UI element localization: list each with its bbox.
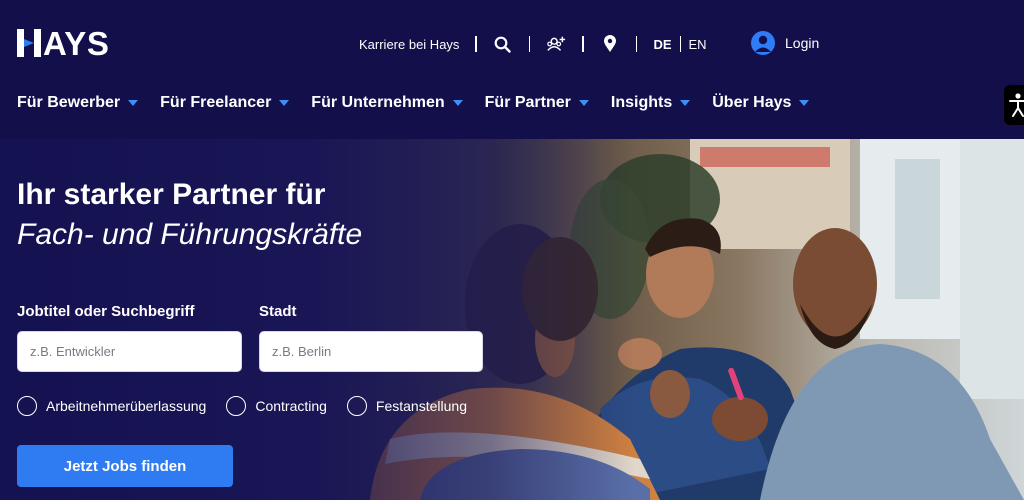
utility-bar: Karriere bei Hays DE EN <box>359 30 707 58</box>
job-search-input[interactable]: z.B. Entwickler <box>17 331 242 372</box>
nav-label: Für Bewerber <box>17 94 121 111</box>
nav-label: Für Partner <box>484 94 571 111</box>
main-nav: Für Bewerber Für Freelancer Für Unterneh… <box>17 94 831 112</box>
nav-insights[interactable]: Insights <box>610 94 691 112</box>
hays-logo[interactable]: AYS <box>17 26 137 60</box>
radio-arbeitnehmerueberlassung[interactable]: Arbeitnehmerüberlassung <box>17 396 206 416</box>
login-link[interactable]: Login <box>751 31 819 55</box>
hero-title-line2: Fach- und Führungskräfte <box>17 218 363 251</box>
divider <box>475 36 477 52</box>
radio-label: Contracting <box>255 398 327 414</box>
hays-logo-icon <box>17 29 41 57</box>
chevron-down-icon <box>452 100 463 106</box>
location-pin-icon[interactable] <box>600 34 620 54</box>
search-icon[interactable] <box>493 34 513 54</box>
hero-section: Ihr starker Partner für Fach- und Führun… <box>0 139 1024 500</box>
career-link[interactable]: Karriere bei Hays <box>359 37 459 52</box>
nav-label: Für Freelancer <box>160 94 272 111</box>
accessibility-button[interactable] <box>1004 85 1024 125</box>
lang-en[interactable]: EN <box>689 37 707 52</box>
city-input[interactable]: z.B. Berlin <box>259 331 483 372</box>
nav-fuer-bewerber[interactable]: Für Bewerber <box>17 94 139 112</box>
nav-fuer-unternehmen[interactable]: Für Unternehmen <box>311 94 463 112</box>
user-icon <box>751 31 775 55</box>
radio-circle <box>346 396 367 416</box>
nav-label: Für Unternehmen <box>311 94 445 111</box>
find-jobs-button[interactable]: Jetzt Jobs finden <box>17 445 233 487</box>
hero-title-line1: Ihr starker Partner für <box>17 178 326 211</box>
radio-label: Festanstellung <box>375 398 467 414</box>
job-label: Jobtitel oder Suchbegriff <box>17 303 195 320</box>
radio-festanstellung[interactable]: Festanstellung <box>346 396 467 416</box>
nav-label: Über Hays <box>712 94 792 111</box>
nav-label: Insights <box>610 94 673 111</box>
lang-de[interactable]: DE <box>653 37 671 52</box>
nav-fuer-freelancer[interactable]: Für Freelancer <box>160 94 290 112</box>
accessibility-icon <box>1009 93 1024 117</box>
people-add-icon[interactable] <box>546 34 566 54</box>
radio-circle <box>226 396 247 416</box>
divider <box>528 36 531 52</box>
nav-fuer-partner[interactable]: Für Partner <box>485 94 589 112</box>
divider <box>582 36 584 52</box>
divider <box>679 36 681 52</box>
contract-type-options: Arbeitnehmerüberlassung Contracting Fest… <box>17 396 487 416</box>
radio-contracting[interactable]: Contracting <box>226 396 327 416</box>
chevron-down-icon <box>799 100 810 106</box>
hero-title: Ihr starker Partner für Fach- und Führun… <box>17 175 362 255</box>
chevron-down-icon <box>128 100 139 106</box>
logo-wordmark: AYS <box>43 24 110 62</box>
chevron-down-icon <box>578 100 589 106</box>
nav-ueber-hays[interactable]: Über Hays <box>712 94 810 112</box>
chevron-down-icon <box>279 100 290 106</box>
site-header: AYS Karriere bei Hays DE EN Login Für Be… <box>0 0 1024 139</box>
login-label: Login <box>785 35 820 51</box>
radio-label: Arbeitnehmerüberlassung <box>46 398 207 414</box>
radio-circle <box>17 396 37 416</box>
chevron-down-icon <box>680 100 691 106</box>
divider <box>635 36 638 52</box>
city-label: Stadt <box>259 303 297 320</box>
